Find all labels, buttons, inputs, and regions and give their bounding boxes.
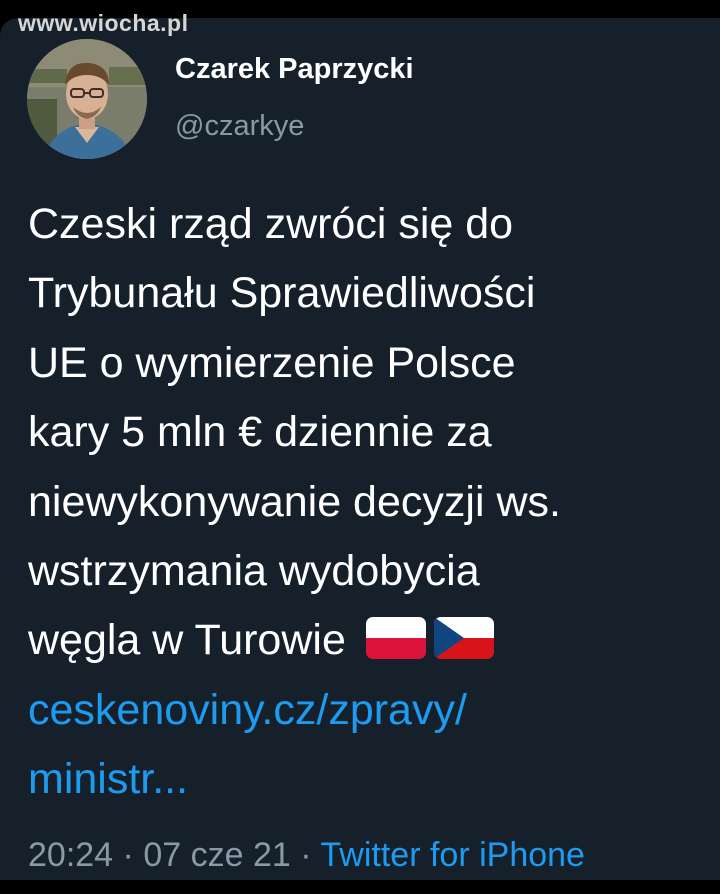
tweet-text-line-last: węgla w Turowie: [28, 606, 708, 675]
tweet-date[interactable]: 07 cze 21: [143, 836, 290, 874]
tweet-text: Czeski rząd zwróci się do Trybunału Spra…: [28, 190, 708, 815]
tweet-link[interactable]: ceskenoviny.cz/zpravy/: [28, 676, 708, 745]
meta-separator: ·: [300, 836, 312, 874]
avatar-photo: [27, 39, 147, 159]
tweet-text-line: Trybunału Sprawiedliwości: [28, 269, 536, 318]
tweet-card: Czarek Paprzycki @czarkye Czeski rząd zw…: [0, 18, 720, 880]
author-name[interactable]: Czarek Paprzycki: [175, 53, 414, 86]
tweet-meta: 20:24 · 07 cze 21 · Twitter for iPhone: [28, 836, 585, 875]
tweet-text-line: Czeski rząd zwróci się do: [28, 200, 514, 248]
tweet-source[interactable]: Twitter for iPhone: [320, 836, 585, 874]
avatar[interactable]: [27, 39, 147, 159]
tweet-text-line: UE o wymierzenie Polsce: [28, 338, 516, 387]
tweet-text-line: wstrzymania wydobycia: [28, 547, 480, 596]
tweet-time[interactable]: 20:24: [28, 836, 113, 874]
tweet-text-line: niewykonywanie decyzji ws.: [28, 477, 561, 526]
poland-flag-icon: [365, 617, 426, 660]
meta-separator: ·: [122, 836, 134, 874]
bottom-bar: [0, 880, 720, 894]
tweet-text-line: kary 5 mln € dziennie za: [28, 408, 492, 457]
watermark: www.wiocha.pl: [18, 10, 189, 36]
czech-flag-icon: [433, 617, 494, 660]
author-handle[interactable]: @czarkye: [175, 110, 304, 143]
tweet-text-line: węgla w Turowie: [28, 616, 346, 665]
tweet-link[interactable]: ministr...: [28, 745, 708, 814]
